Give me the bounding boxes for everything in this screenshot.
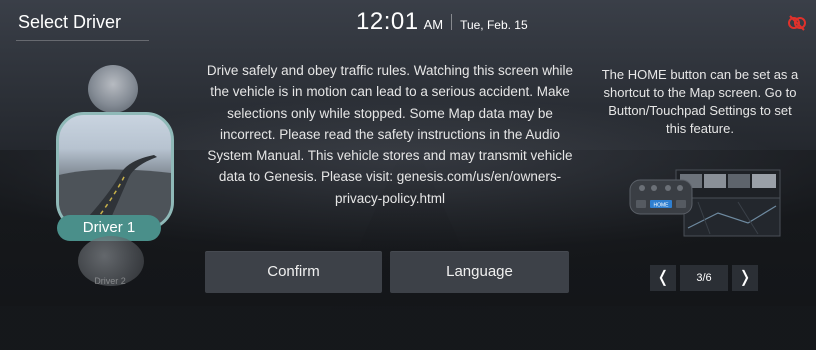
illustration-home-label: HOME xyxy=(654,203,670,209)
chevron-right-icon[interactable]: ❭ xyxy=(732,265,758,291)
clock-divider xyxy=(451,14,453,30)
confirm-button[interactable]: Confirm xyxy=(205,251,382,293)
tip-text: The HOME button can be set as a shortcut… xyxy=(601,67,799,136)
title-divider xyxy=(16,40,149,41)
safety-warning-text: Drive safely and obey traffic rules. Wat… xyxy=(206,63,574,206)
driver-selector: Driver 1 Driver 2 xyxy=(50,60,175,300)
tip-pager: ❬ 3/6 ❭ xyxy=(650,265,760,291)
connection-off-icon xyxy=(787,13,807,31)
clock: 12:01 AM Tue, Feb. 15 xyxy=(356,8,528,36)
language-button[interactable]: Language xyxy=(390,251,569,293)
top-bar: Select Driver 12:01 AM Tue, Feb. 15 xyxy=(0,0,816,44)
clock-ampm: AM xyxy=(423,17,444,32)
page-title: Select Driver xyxy=(18,12,122,32)
clock-date: Tue, Feb. 15 xyxy=(460,18,528,32)
clock-time: 12:01 xyxy=(356,8,419,35)
driver-profile-image-previous[interactable] xyxy=(88,65,138,113)
tip-illustration: HOME xyxy=(628,168,784,238)
page-indicator: 3/6 xyxy=(680,265,728,291)
driver-profile-image-selected[interactable] xyxy=(56,112,174,230)
chevron-left-icon[interactable]: ❬ xyxy=(650,265,676,291)
driver-2-label[interactable]: Driver 2 xyxy=(80,276,140,286)
